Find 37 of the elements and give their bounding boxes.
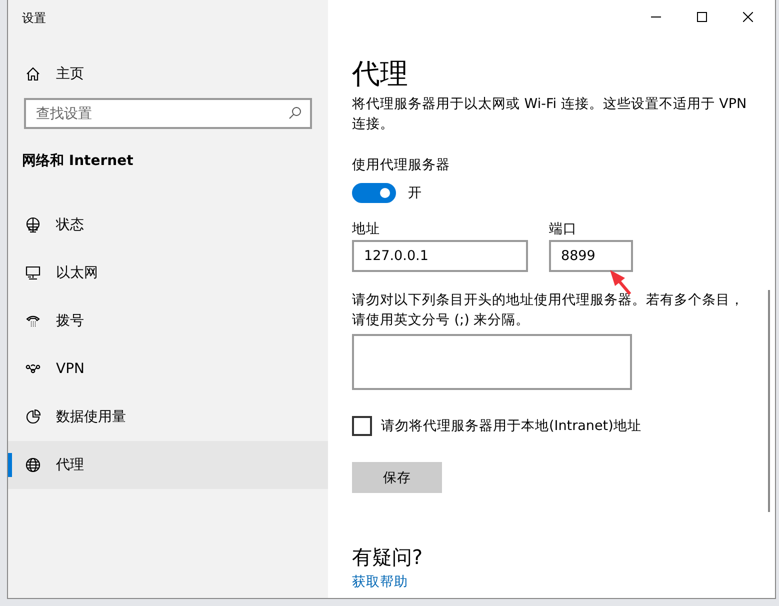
description-text: 将代理服务器用于以太网或 Wi-Fi 连接。这些设置不适用于 VPN 连接。 bbox=[352, 95, 748, 134]
search-icon bbox=[288, 106, 302, 120]
pie-chart-icon bbox=[25, 409, 41, 425]
toggle-state-text: 开 bbox=[408, 184, 422, 202]
field-label: 地址 bbox=[352, 220, 381, 238]
checkbox-label: 请勿将代理服务器用于本地(Intranet)地址 bbox=[381, 417, 642, 435]
arrow-annotation bbox=[609, 269, 633, 295]
port-field[interactable]: 8899 bbox=[549, 240, 633, 272]
checkbox[interactable] bbox=[352, 416, 372, 436]
exceptions-field[interactable] bbox=[352, 334, 632, 390]
page-title: 代理 bbox=[352, 56, 409, 92]
phone-icon bbox=[25, 313, 41, 329]
save-button[interactable]: 保存 bbox=[352, 462, 442, 493]
close-icon[interactable] bbox=[743, 12, 753, 22]
window-title: 设置 bbox=[22, 10, 47, 27]
setting-label: 使用代理服务器 bbox=[352, 156, 451, 174]
address-field[interactable]: 127.0.0.1 bbox=[352, 240, 528, 272]
help-heading: 有疑问? bbox=[352, 544, 424, 571]
sidebar-item[interactable]: 状态 bbox=[8, 201, 328, 249]
home-link[interactable]: 主页 bbox=[8, 50, 328, 98]
globe-icon bbox=[25, 457, 41, 473]
globe-monitor-icon bbox=[25, 217, 41, 233]
sidebar-item[interactable]: 拨号 bbox=[8, 297, 328, 345]
sidebar-item[interactable]: 数据使用量 bbox=[8, 393, 328, 441]
sidebar-item[interactable]: VPN bbox=[8, 345, 328, 393]
maximize-icon[interactable] bbox=[697, 12, 707, 22]
section-heading: 网络和 Internet bbox=[22, 152, 134, 170]
search-field[interactable]: 查找设置 bbox=[24, 98, 312, 129]
monitor-icon bbox=[25, 265, 41, 281]
toggle-switch[interactable] bbox=[352, 183, 396, 203]
field-label: 端口 bbox=[549, 220, 578, 238]
sidebar-item[interactable]: 以太网 bbox=[8, 249, 328, 297]
exceptions-note: 请勿对以下列条目开头的地址使用代理服务器。若有多个条目，请使用英文分号 (;) 来分隔。 bbox=[352, 291, 745, 330]
help-link[interactable]: 获取帮助 bbox=[352, 574, 408, 591]
home-icon bbox=[25, 66, 41, 82]
scrollbar[interactable] bbox=[768, 290, 770, 512]
sidebar-item[interactable]: 代理 bbox=[8, 441, 328, 489]
